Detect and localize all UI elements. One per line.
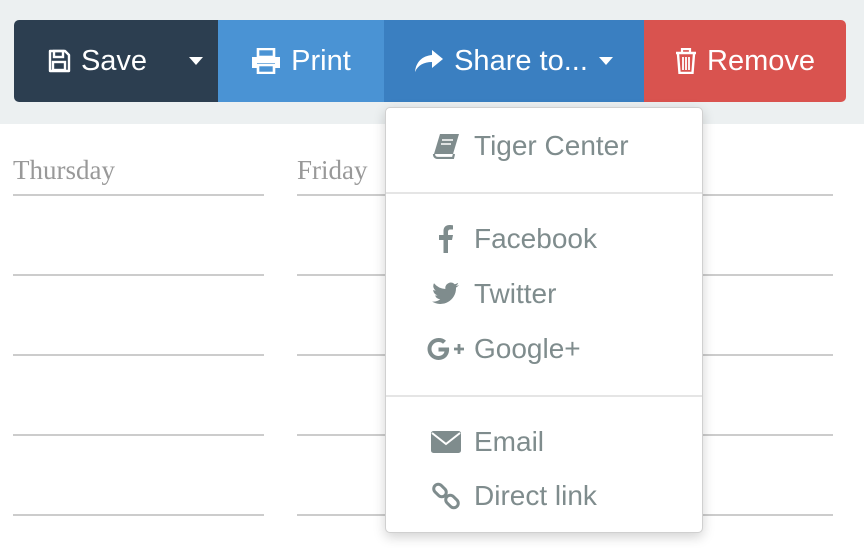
calendar-rule xyxy=(297,514,385,516)
trash-icon xyxy=(675,48,697,74)
menu-item-email[interactable]: Email xyxy=(386,418,702,466)
calendar-rule xyxy=(297,434,385,436)
menu-item-label: Google+ xyxy=(474,333,581,364)
calendar-rule xyxy=(297,194,385,196)
caret-down-icon xyxy=(598,56,614,66)
menu-item-google-plus[interactable]: Google+ xyxy=(386,325,702,373)
share-dropdown-menu: Tiger Center Facebook Twitter Google+ Em… xyxy=(385,107,703,533)
menu-item-twitter[interactable]: Twitter xyxy=(386,270,702,318)
calendar-rule xyxy=(13,274,264,276)
menu-item-tiger-center[interactable]: Tiger Center xyxy=(386,122,702,170)
calendar-rule xyxy=(297,274,385,276)
remove-button[interactable]: Remove xyxy=(644,20,846,102)
share-arrow-icon xyxy=(414,49,444,73)
save-label: Save xyxy=(80,44,148,77)
calendar-rule xyxy=(703,514,833,516)
menu-item-label: Direct link xyxy=(474,480,597,511)
menu-item-label: Tiger Center xyxy=(474,130,629,161)
twitter-icon xyxy=(424,270,468,318)
menu-item-label: Email xyxy=(474,426,545,457)
envelope-icon xyxy=(424,418,468,466)
calendar-rule xyxy=(703,434,833,436)
action-toolbar: Save Print Share to... Remove xyxy=(14,20,846,102)
save-dropdown-toggle[interactable] xyxy=(174,20,218,102)
menu-item-facebook[interactable]: Facebook xyxy=(386,215,702,263)
menu-divider xyxy=(386,192,702,194)
facebook-icon xyxy=(424,215,468,263)
menu-divider xyxy=(386,395,702,397)
calendar-rule xyxy=(703,274,833,276)
day-header: Friday xyxy=(297,155,368,185)
printer-icon xyxy=(251,48,281,74)
link-icon xyxy=(424,472,468,520)
book-icon xyxy=(424,122,468,170)
calendar-rule xyxy=(703,194,833,196)
day-header: Thursday xyxy=(13,155,115,185)
menu-item-label: Facebook xyxy=(474,223,597,254)
toolbar-background: Save Print Share to... Remove xyxy=(0,0,864,124)
save-button[interactable]: Save xyxy=(14,20,174,102)
calendar-rule xyxy=(13,434,264,436)
menu-item-direct-link[interactable]: Direct link xyxy=(386,472,702,520)
share-label: Share to... xyxy=(454,44,588,77)
calendar-rule xyxy=(13,354,264,356)
caret-down-icon xyxy=(188,56,204,66)
print-label: Print xyxy=(291,44,351,77)
calendar-rule xyxy=(13,514,264,516)
floppy-disk-icon xyxy=(47,49,71,73)
calendar-rule xyxy=(13,194,264,196)
remove-label: Remove xyxy=(707,44,815,77)
calendar-rule xyxy=(297,354,385,356)
print-button[interactable]: Print xyxy=(218,20,384,102)
google-plus-icon xyxy=(424,325,468,373)
menu-item-label: Twitter xyxy=(474,278,557,309)
calendar-rule xyxy=(703,354,833,356)
share-button[interactable]: Share to... xyxy=(384,20,644,102)
